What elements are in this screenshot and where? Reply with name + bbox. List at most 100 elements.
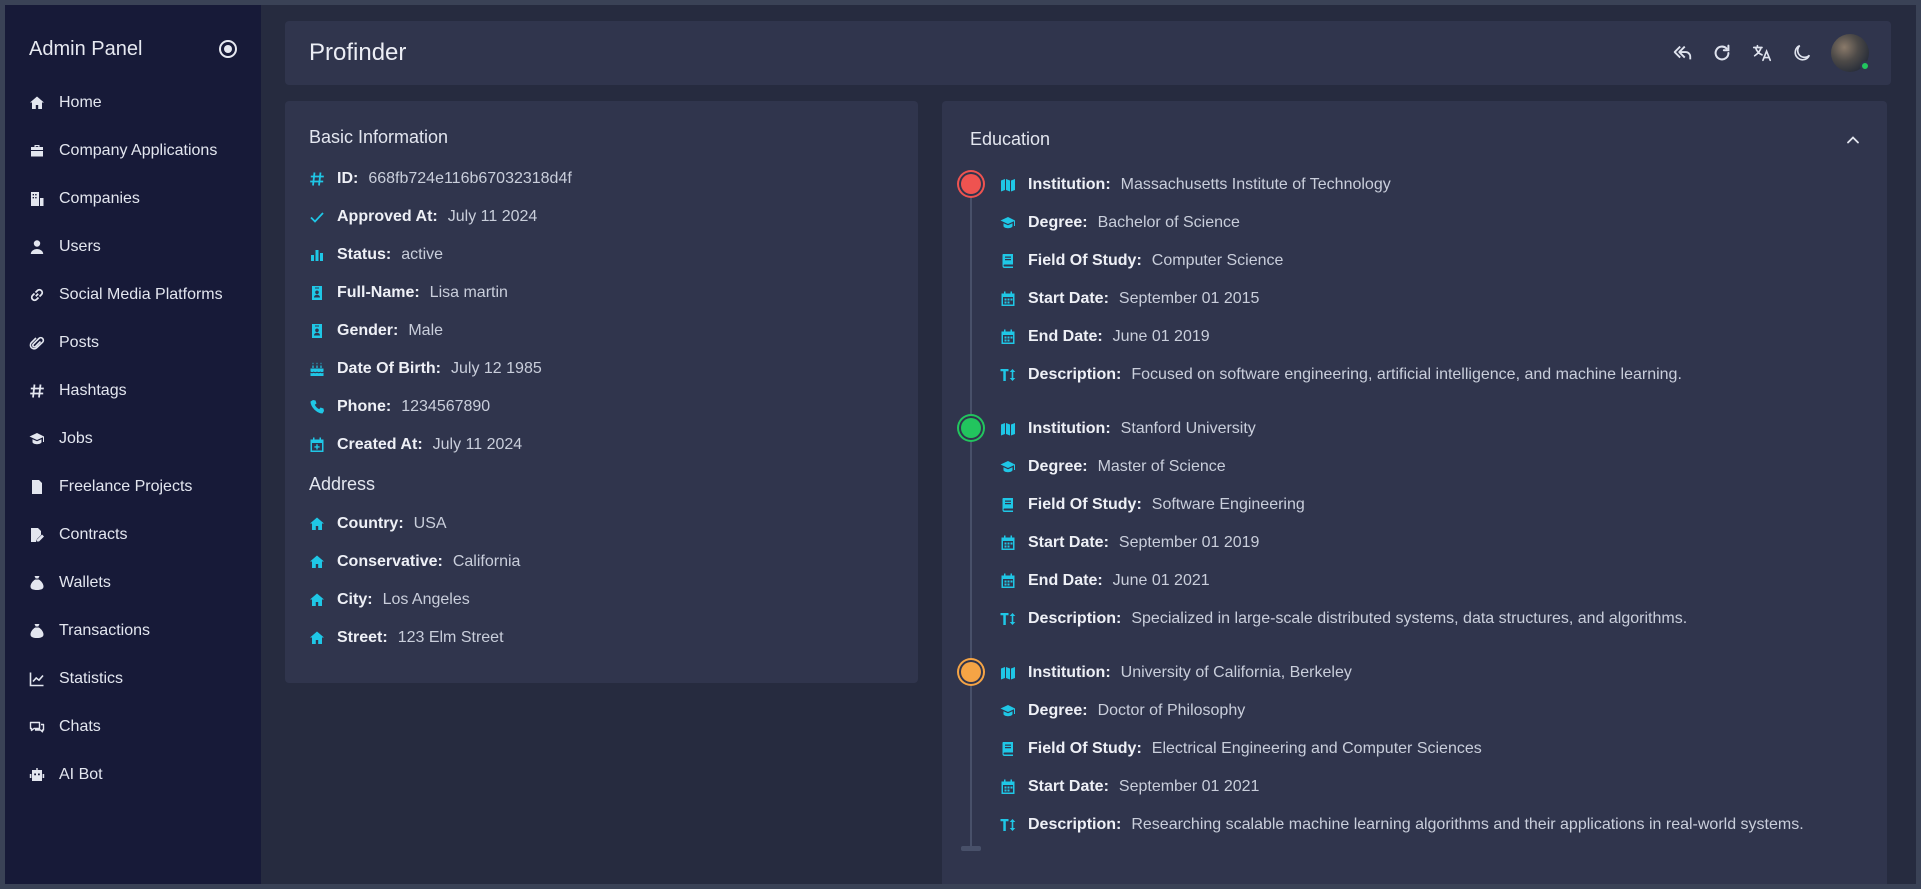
map-icon <box>1000 665 1016 681</box>
content: Basic Information ID: 668fb724e116b670323… <box>285 101 1891 884</box>
info-row: Degree: Doctor of Philosophy <box>1000 692 1863 730</box>
top-bar: Profinder <box>285 21 1891 85</box>
sidebar-item-posts[interactable]: Posts <box>5 319 261 367</box>
field-value: June 01 2021 <box>1112 572 1210 589</box>
info-row: Degree: Master of Science <box>1000 448 1863 486</box>
education-timeline: Institution: Massachusetts Institute of T… <box>957 166 1863 851</box>
link-icon <box>29 286 51 304</box>
topbar-actions <box>1669 34 1870 72</box>
avatar[interactable] <box>1831 34 1870 72</box>
text-height-icon <box>1000 817 1016 833</box>
sidebar-item-social-media-platforms[interactable]: Social Media Platforms <box>5 271 261 319</box>
info-row: Field Of Study: Electrical Engineering an… <box>1000 730 1863 768</box>
field-label: Institution: <box>1028 420 1111 437</box>
info-row: Created At: July 11 2024 <box>309 426 894 464</box>
sidebar-item-contracts[interactable]: Contracts <box>5 511 261 559</box>
field-value: University of California, Berkeley <box>1120 664 1352 681</box>
field-value: Researching scalable machine learning al… <box>1131 816 1804 833</box>
sidebar-item-label: Freelance Projects <box>59 478 193 495</box>
field-value: Electrical Engineering and Computer Scie… <box>1151 740 1482 757</box>
file-signature-icon <box>29 526 51 544</box>
address-list: Country: USA Conservative: California City: L… <box>309 505 894 657</box>
info-row: Status: active <box>309 236 894 274</box>
sidebar-item-transactions[interactable]: Transactions <box>5 607 261 655</box>
sidebar-item-ai-bot[interactable]: AI Bot <box>5 751 261 799</box>
field-value: 123 Elm Street <box>397 629 504 646</box>
sidebar-item-jobs[interactable]: Jobs <box>5 415 261 463</box>
sidebar: Admin Panel Home Company Applications Comp… <box>5 5 261 884</box>
info-row: City: Los Angeles <box>309 581 894 619</box>
map-icon <box>1000 421 1016 437</box>
info-row: Street: 123 Elm Street <box>309 619 894 657</box>
sidebar-item-label: Transactions <box>59 622 150 639</box>
calendar-icon <box>1000 573 1016 589</box>
info-row: Description: Focused on software engineer… <box>1000 356 1863 394</box>
sidebar-item-label: Jobs <box>59 430 93 447</box>
field-value: July 12 1985 <box>451 360 542 377</box>
basic-information-card: Basic Information ID: 668fb724e116b670323… <box>285 101 918 683</box>
field-value: Los Angeles <box>382 591 470 608</box>
robot-icon <box>29 766 51 784</box>
refresh-icon[interactable] <box>1709 40 1735 66</box>
main-area: Profinder Basic Information ID: 668fb724… <box>261 5 1916 884</box>
field-value: September 01 2021 <box>1118 778 1260 795</box>
reply-all-icon[interactable] <box>1669 40 1695 66</box>
sidebar-item-hashtags[interactable]: Hashtags <box>5 367 261 415</box>
field-label: End Date: <box>1028 328 1103 345</box>
info-row: Full-Name: Lisa martin <box>309 274 894 312</box>
dark-mode-icon[interactable] <box>1789 40 1815 66</box>
field-value: active <box>401 246 444 263</box>
graduation-cap-icon <box>29 430 51 448</box>
sidebar-item-label: Statistics <box>59 670 124 687</box>
info-row: Description: Specialized in large-scale d… <box>1000 600 1863 638</box>
sidebar-item-label: Wallets <box>59 574 111 591</box>
info-row: Conservative: California <box>309 543 894 581</box>
calendar-icon <box>1000 535 1016 551</box>
info-row: Field Of Study: Computer Science <box>1000 242 1863 280</box>
graduation-cap-icon <box>1000 703 1016 719</box>
field-label: Street: <box>337 629 388 646</box>
sidebar-item-home[interactable]: Home <box>5 79 261 127</box>
online-status-dot <box>1860 61 1870 71</box>
field-value: Specialized in large-scale distributed s… <box>1131 610 1688 627</box>
money-bag-icon <box>29 622 51 640</box>
sidebar-item-label: Contracts <box>59 526 128 543</box>
field-label: Degree: <box>1028 702 1088 719</box>
info-row: Start Date: September 01 2015 <box>1000 280 1863 318</box>
hashtag-icon <box>29 382 51 400</box>
field-value: Lisa martin <box>429 284 508 301</box>
field-label: Field Of Study: <box>1028 740 1142 757</box>
field-label: End Date: <box>1028 572 1103 589</box>
info-row: Institution: University of California, Be… <box>1000 654 1863 692</box>
sidebar-item-company-applications[interactable]: Company Applications <box>5 127 261 175</box>
field-label: Degree: <box>1028 214 1088 231</box>
check-icon <box>309 209 325 225</box>
sidebar-item-companies[interactable]: Companies <box>5 175 261 223</box>
sidebar-toggle-icon[interactable] <box>219 40 237 58</box>
field-label: Conservative: <box>337 553 443 570</box>
field-value: Stanford University <box>1120 420 1256 437</box>
sidebar-item-statistics[interactable]: Statistics <box>5 655 261 703</box>
field-value: Computer Science <box>1151 252 1284 269</box>
education-entry: Institution: University of California, Be… <box>957 654 1863 844</box>
sidebar-item-wallets[interactable]: Wallets <box>5 559 261 607</box>
home-filled-icon <box>309 630 325 646</box>
field-value: Bachelor of Science <box>1097 214 1240 231</box>
education-card: Education Institution: Massachusetts Inst… <box>942 101 1887 884</box>
home-filled-icon <box>309 516 325 532</box>
field-label: ID: <box>337 170 359 187</box>
field-label: Created At: <box>337 436 423 453</box>
field-label: Description: <box>1028 366 1122 383</box>
field-value: September 01 2015 <box>1118 290 1260 307</box>
chevron-up-icon[interactable] <box>1843 130 1863 150</box>
field-label: Approved At: <box>337 208 438 225</box>
sidebar-item-users[interactable]: Users <box>5 223 261 271</box>
education-title: Education <box>970 129 1051 149</box>
sidebar-title: Admin Panel <box>29 37 143 60</box>
basic-information-list: ID: 668fb724e116b67032318d4f Approved At: J… <box>309 160 894 464</box>
sidebar-item-chats[interactable]: Chats <box>5 703 261 751</box>
translate-icon[interactable] <box>1749 40 1775 66</box>
phone-icon <box>309 399 325 415</box>
sidebar-item-freelance-projects[interactable]: Freelance Projects <box>5 463 261 511</box>
info-row: End Date: June 01 2021 <box>1000 562 1863 600</box>
